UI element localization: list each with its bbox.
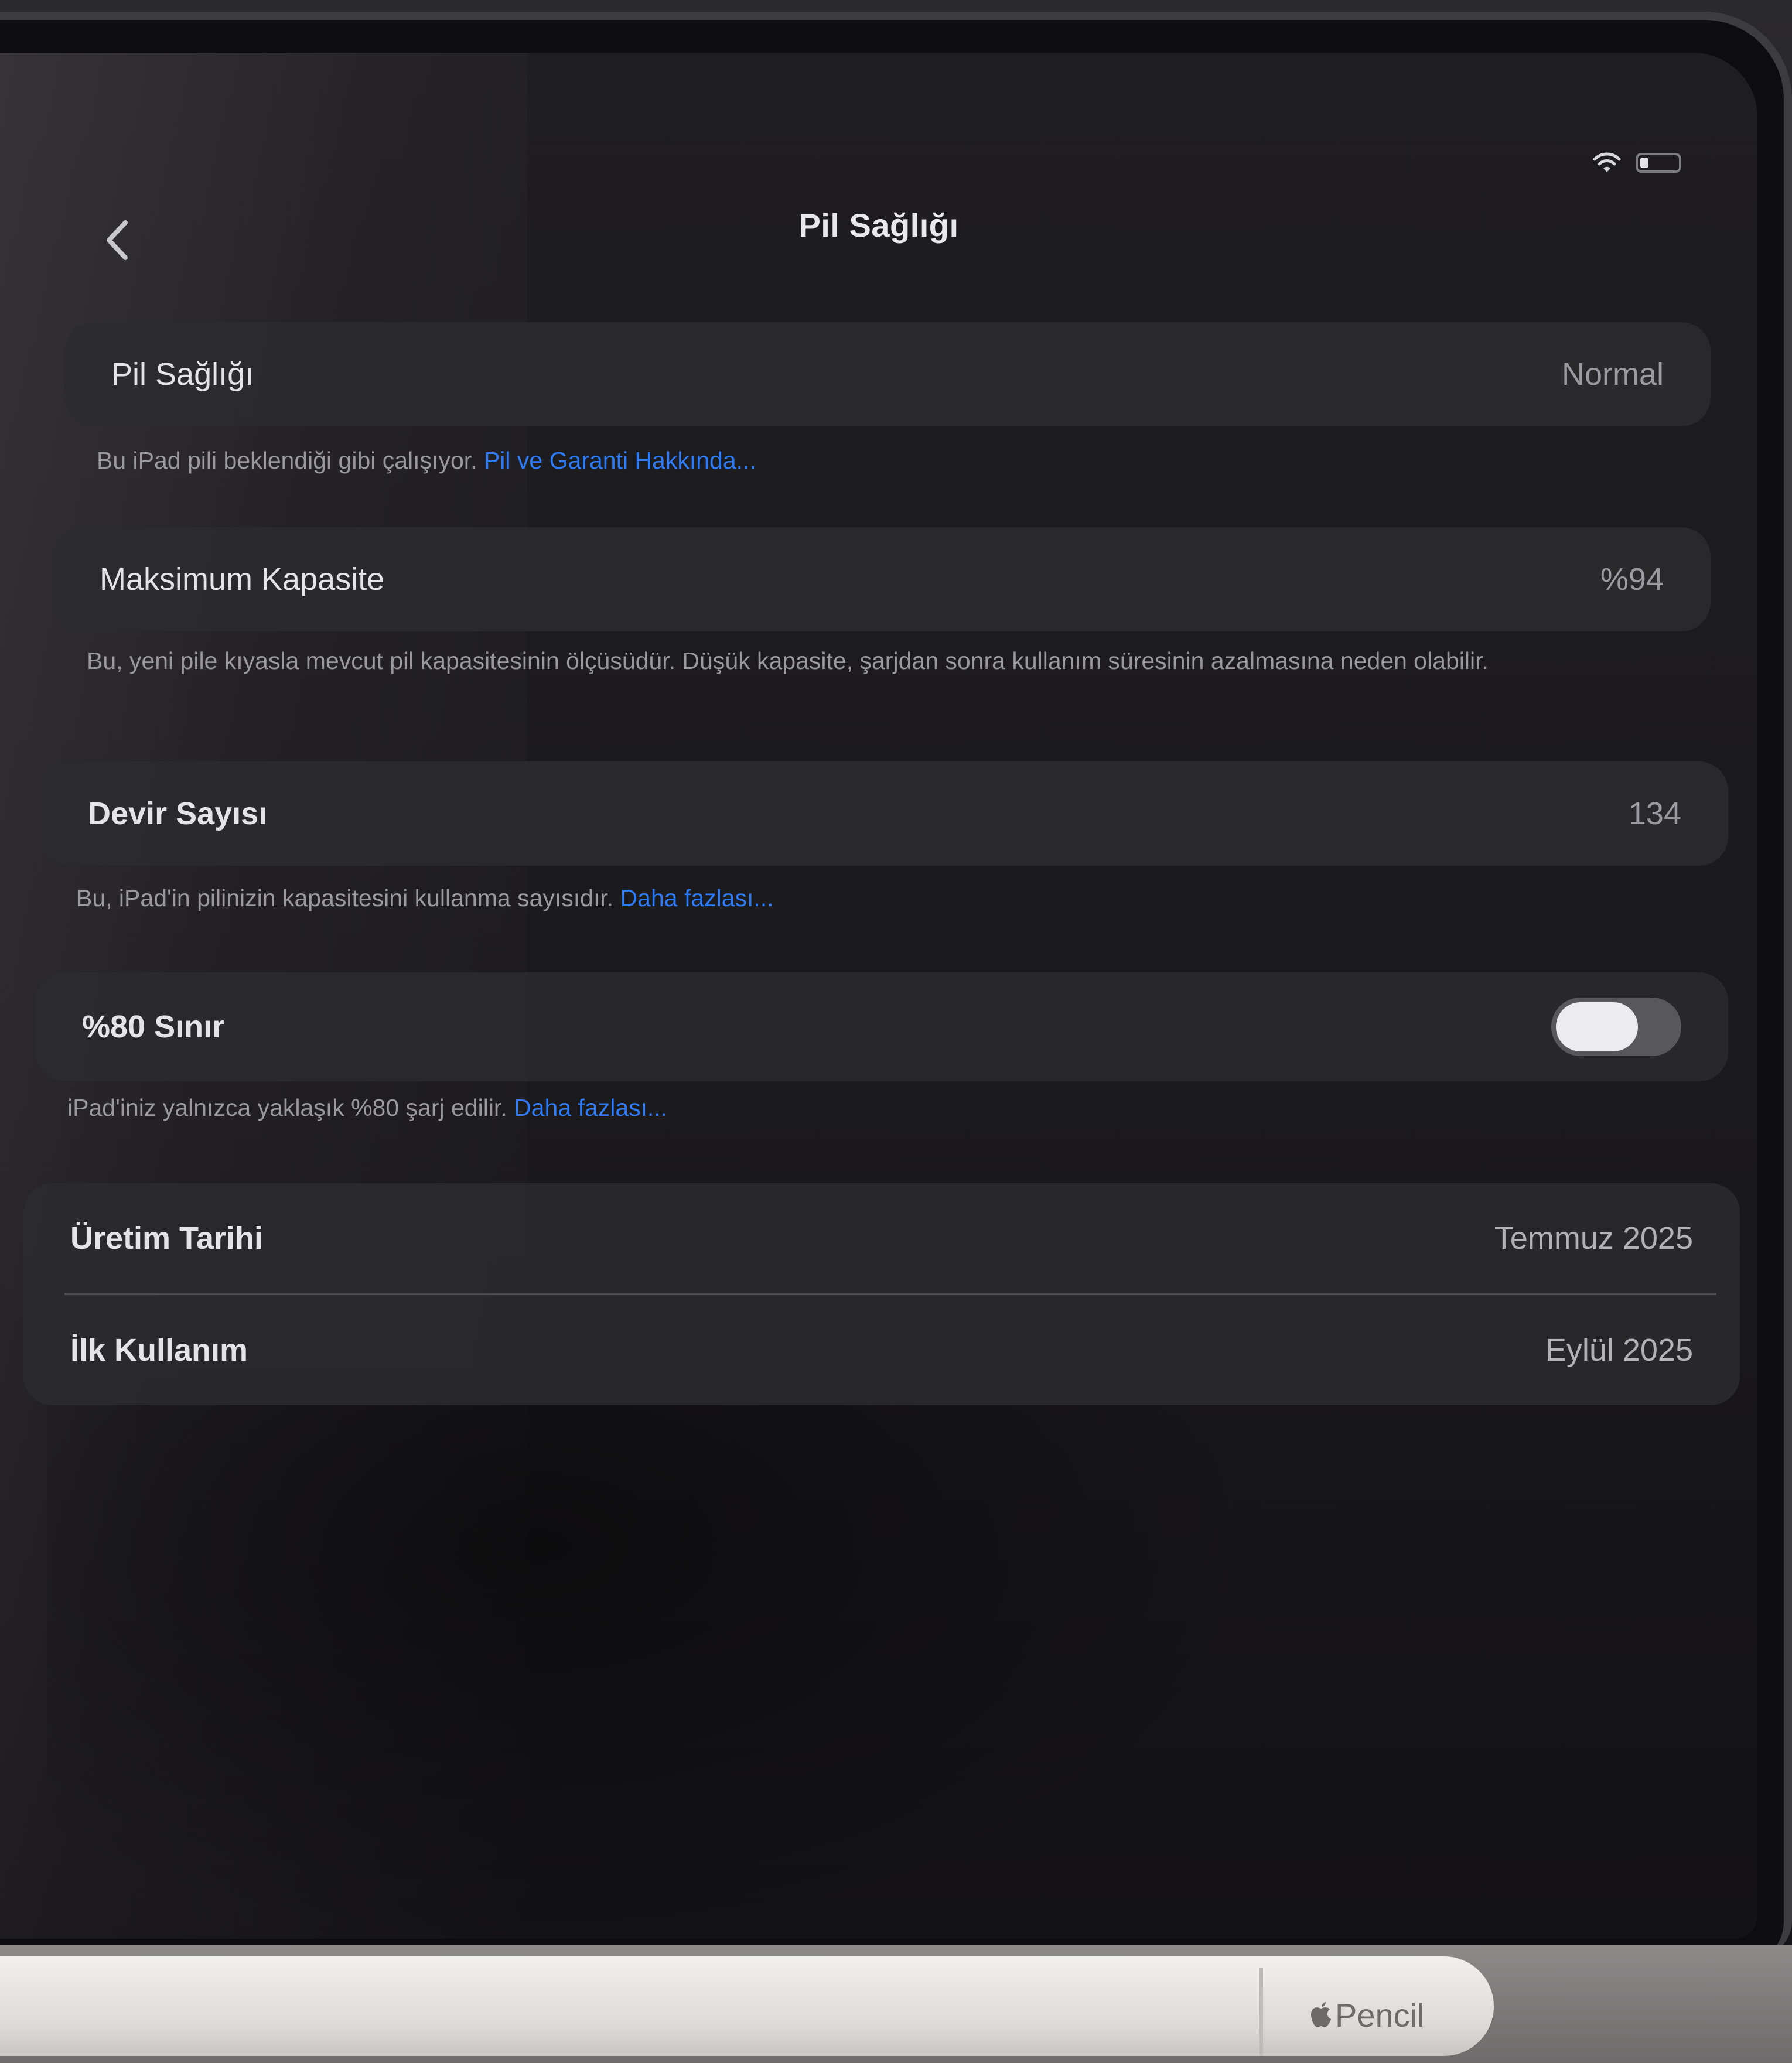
first-use-value: Eylül 2025 [1545, 1333, 1693, 1368]
cycle-count-row-group: Devir Sayısı 134 [41, 761, 1728, 866]
max-capacity-row: Maksimum Kapasite %94 [53, 527, 1711, 631]
manufacture-date-row: Üretim Tarihi Temmuz 2025 [23, 1183, 1740, 1293]
wifi-icon [1593, 152, 1621, 172]
max-capacity-value: %94 [1600, 562, 1664, 597]
manufacture-date-label: Üretim Tarihi [70, 1221, 264, 1256]
cycle-count-row: Devir Sayısı 134 [41, 761, 1728, 866]
limit-80-row-group: %80 Sınır [35, 972, 1728, 1081]
page-title: Pil Sağlığı [798, 207, 959, 244]
battery-health-note: Bu iPad pili beklendiği gibi çalışıyor. … [97, 444, 1532, 477]
max-capacity-row-group: Maksimum Kapasite %94 [53, 527, 1711, 631]
first-use-label: İlk Kullanım [70, 1333, 248, 1368]
photo-frame: Pil Sağlığı Pil Sağlığı Normal Bu iPad p… [0, 0, 1792, 2063]
battery-icon [1636, 153, 1681, 173]
pencil-flat-edge [1259, 1968, 1263, 2056]
limit-80-note: iPad'iniz yalnızca yaklaşık %80 şarj edi… [67, 1091, 1503, 1124]
limit-80-label: %80 Sınır [82, 1009, 225, 1044]
apple-pencil [0, 1956, 1494, 2056]
battery-health-row-group: Pil Sağlığı Normal [64, 322, 1711, 426]
device-screen: Pil Sağlığı Pil Sağlığı Normal Bu iPad p… [0, 53, 1757, 1939]
cycle-count-more-link[interactable]: Daha fazlası... [620, 884, 774, 911]
manufacture-date-value: Temmuz 2025 [1494, 1221, 1693, 1256]
battery-health-label: Pil Sağlığı [111, 357, 254, 392]
limit-80-note-text: iPad'iniz yalnızca yaklaşık %80 şarj edi… [67, 1094, 507, 1121]
max-capacity-label: Maksimum Kapasite [100, 562, 385, 597]
limit-80-row: %80 Sınır [35, 972, 1728, 1081]
battery-health-note-text: Bu iPad pili beklendiği gibi çalışıyor. [97, 447, 477, 474]
battery-health-value: Normal [1561, 357, 1664, 392]
cycle-count-note-text: Bu, iPad'in pilinizin kapasitesini kulla… [76, 884, 614, 911]
limit-80-more-link[interactable]: Daha fazlası... [514, 1094, 667, 1121]
dates-group: Üretim Tarihi Temmuz 2025 İlk Kullanım E… [23, 1183, 1740, 1405]
battery-health-row: Pil Sağlığı Normal [64, 322, 1711, 426]
cycle-count-value: 134 [1628, 796, 1681, 831]
battery-warranty-link[interactable]: Pil ve Garanti Hakkında... [484, 447, 756, 474]
cycle-count-label: Devir Sayısı [88, 796, 268, 831]
pencil-brand-mark: Pencil [1309, 1996, 1425, 2034]
status-bar [1592, 151, 1681, 175]
limit-80-toggle[interactable] [1551, 998, 1681, 1056]
cycle-count-note: Bu, iPad'in pilinizin kapasitesini kulla… [76, 882, 1511, 914]
max-capacity-note: Bu, yeni pile kıyasla mevcut pil kapasit… [87, 647, 1489, 674]
toggle-knob [1556, 1002, 1638, 1051]
screen-shadow-reflection [47, 1371, 1277, 1939]
apple-logo-icon [1311, 2001, 1331, 2027]
first-use-row: İlk Kullanım Eylül 2025 [23, 1295, 1740, 1405]
pencil-brand-text: Pencil [1335, 1997, 1425, 2034]
